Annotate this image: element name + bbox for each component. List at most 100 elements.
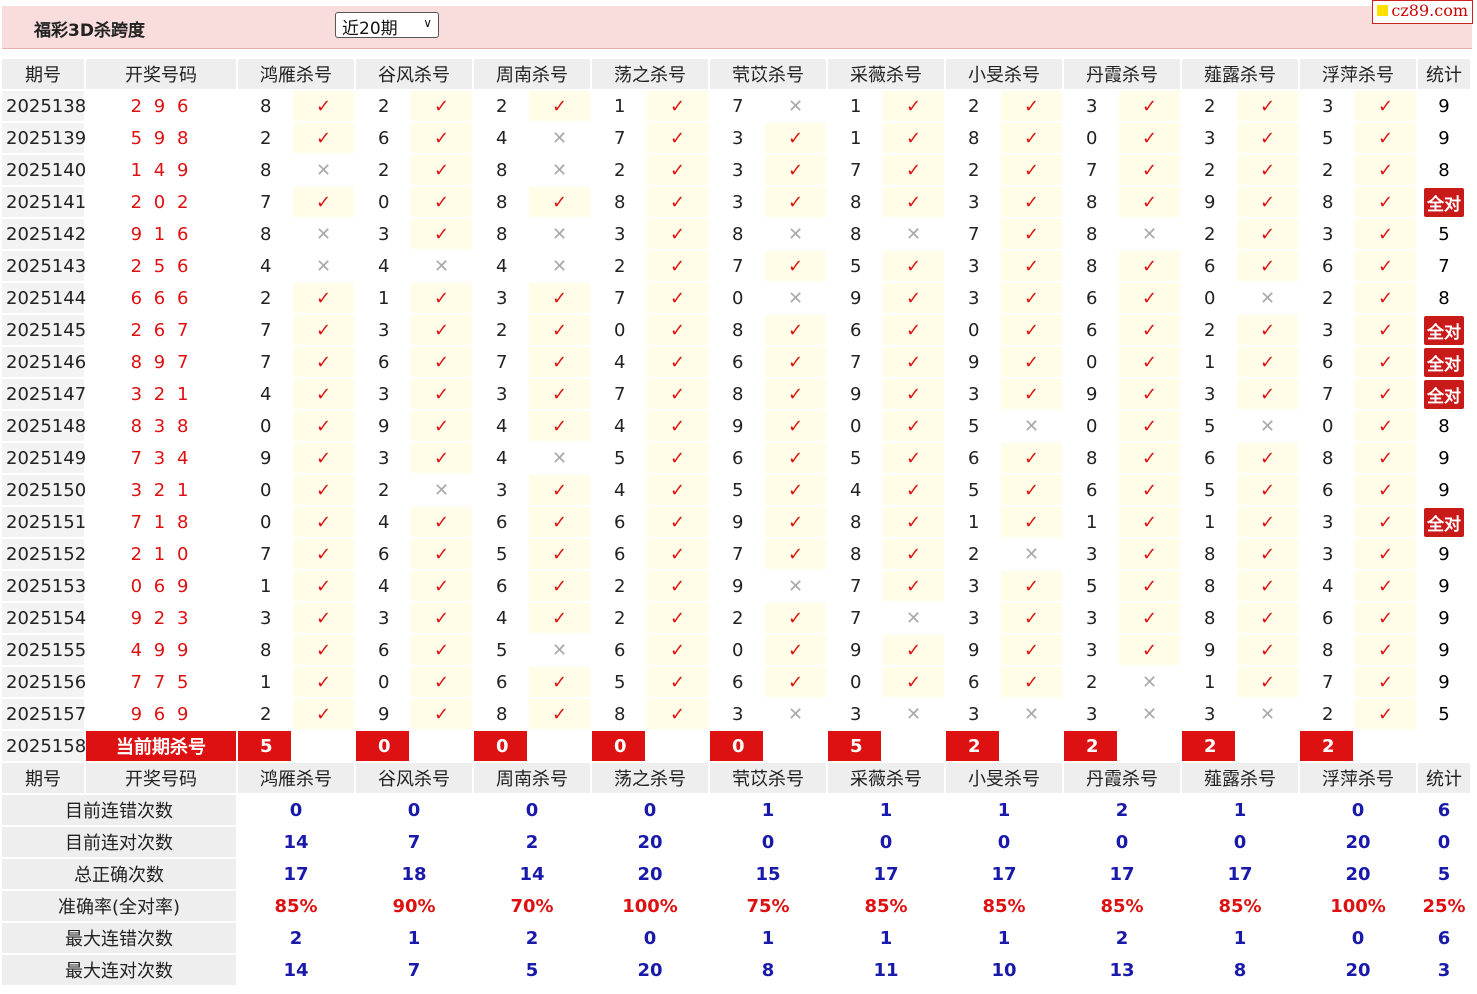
check-icon: ✓ [1355, 603, 1418, 635]
col-header-expert: 薤露杀号 [1182, 763, 1300, 795]
kill-number-cell: 9 [1182, 187, 1237, 219]
kill-number-cell: 2 [592, 251, 647, 283]
check-icon: ✓ [411, 283, 474, 315]
col-header-draw: 开奖号码 [86, 59, 238, 91]
summary-value: 100% [1300, 891, 1418, 923]
kill-number-cell: 9 [356, 699, 411, 731]
check-icon: ✓ [647, 667, 710, 699]
table-row: 2025144 6 6 6 2 ✓ 1 ✓ 3 ✓ 7 ✓ 0 ✕ 9 ✓ 3 ✓ 6 ✓ 0 ✕ 2 ✓ 8 [2, 283, 1472, 315]
summary-value: 1 [710, 923, 828, 955]
kill-number-cell: 1 [1182, 667, 1237, 699]
kill-span-table: 期号 开奖号码 鸿雁杀号 谷风杀号 周南杀号 荡之杀号 茕苡杀号 采薇杀号 小旻杀号 丹霞杀号 薤露… [2, 59, 1472, 987]
kill-number-cell: 3 [710, 155, 765, 187]
kill-number-cell: 4 [828, 475, 883, 507]
issue-cell: 2025150 [2, 475, 86, 507]
kill-number-cell: 8 [238, 635, 293, 667]
cross-icon: ✕ [1119, 219, 1182, 251]
kill-number-cell: 9 [356, 411, 411, 443]
stat-cell: 9 [1418, 635, 1472, 667]
check-icon: ✓ [529, 571, 592, 603]
col-header-expert: 鸿雁杀号 [238, 59, 356, 91]
kill-number-cell: 4 [356, 251, 411, 283]
kill-number-cell: 4 [592, 411, 647, 443]
summary-label: 准确率(全对率) [2, 891, 238, 923]
summary-value: 17 [946, 859, 1064, 891]
kill-number-cell: 7 [828, 603, 883, 635]
check-icon: ✓ [293, 123, 356, 155]
cross-icon: ✕ [765, 699, 828, 731]
issue-cell: 2025151 [2, 507, 86, 539]
issue-cell: 2025144 [2, 283, 86, 315]
kill-number-cell: 3 [710, 123, 765, 155]
col-header-stats: 统计 [1418, 59, 1472, 91]
check-icon: ✓ [1119, 283, 1182, 315]
check-icon: ✓ [1001, 443, 1064, 475]
cross-icon: ✕ [529, 123, 592, 155]
check-icon: ✓ [1119, 603, 1182, 635]
cross-icon: ✕ [529, 443, 592, 475]
kill-number-cell: 5 [1182, 475, 1237, 507]
check-icon: ✓ [1119, 347, 1182, 379]
kill-number-cell: 8 [1300, 635, 1355, 667]
kill-number-cell: 8 [474, 155, 529, 187]
kill-number-cell: 5 [828, 443, 883, 475]
kill-number-cell: 6 [356, 635, 411, 667]
kill-number-cell: 2 [946, 91, 1001, 123]
check-icon: ✓ [529, 283, 592, 315]
kill-number-cell: 8 [1182, 571, 1237, 603]
check-icon: ✓ [293, 571, 356, 603]
check-icon: ✓ [293, 667, 356, 699]
kill-number-cell: 8 [1064, 219, 1119, 251]
summary-value: 13 [1064, 955, 1182, 987]
all-correct-badge: 全对 [1424, 347, 1464, 377]
issue-cell: 2025138 [2, 91, 86, 123]
kill-number-cell: 4 [474, 443, 529, 475]
period-select[interactable]: 近20期 ∨ [335, 12, 439, 39]
col-header-expert: 采薇杀号 [828, 763, 946, 795]
empty-cell [1119, 731, 1182, 763]
summary-row: 目前连对次数 14 7 2 20 0 0 0 0 0 20 0 [2, 827, 1472, 859]
check-icon: ✓ [411, 539, 474, 571]
summary-row: 准确率(全对率) 85% 90% 70% 100% 75% 85% 85% 85% 85% 100%… [2, 891, 1472, 923]
kill-number-cell: 3 [592, 219, 647, 251]
issue-cell: 2025146 [2, 347, 86, 379]
kill-number-cell: 3 [474, 379, 529, 411]
kill-number-cell: 8 [592, 699, 647, 731]
logo-text: cz89.com [1391, 1, 1468, 20]
draw-number-cell: 9 2 3 [86, 603, 238, 635]
kill-number-cell: 8 [1182, 539, 1237, 571]
check-icon: ✓ [411, 603, 474, 635]
site-logo[interactable]: cz89.com [1372, 0, 1473, 24]
table-row: 2025157 9 6 9 2 ✓ 9 ✓ 8 ✓ 8 ✓ 3 ✕ 3 ✕ 3 ✕ 3 ✕ 3 ✕ 2 ✓ 5 [2, 699, 1472, 731]
kill-number-cell: 1 [238, 667, 293, 699]
check-icon: ✓ [765, 667, 828, 699]
summary-value: 0 [1300, 923, 1418, 955]
kill-number-cell: 1 [828, 91, 883, 123]
check-icon: ✓ [1119, 91, 1182, 123]
all-correct-badge: 全对 [1424, 187, 1464, 217]
col-header-expert: 小旻杀号 [946, 59, 1064, 91]
issue-cell: 2025149 [2, 443, 86, 475]
check-icon: ✓ [293, 379, 356, 411]
kill-number-cell: 8 [828, 187, 883, 219]
check-icon: ✓ [765, 603, 828, 635]
check-icon: ✓ [883, 507, 946, 539]
kill-number-cell: 0 [946, 315, 1001, 347]
check-icon: ✓ [1001, 283, 1064, 315]
cross-icon: ✕ [1001, 539, 1064, 571]
kill-number-cell: 9 [828, 379, 883, 411]
kill-number-cell: 1 [828, 123, 883, 155]
kill-number-cell: 4 [474, 251, 529, 283]
check-icon: ✓ [765, 379, 828, 411]
summary-value: 20 [1300, 827, 1418, 859]
kill-number-cell: 6 [828, 315, 883, 347]
kill-number-cell: 6 [592, 539, 647, 571]
draw-number-cell: 7 3 4 [86, 443, 238, 475]
col-header-expert: 浮萍杀号 [1300, 59, 1418, 91]
check-icon: ✓ [1237, 347, 1300, 379]
check-icon: ✓ [1001, 507, 1064, 539]
check-icon: ✓ [647, 123, 710, 155]
kill-number-cell: 1 [1064, 507, 1119, 539]
kill-number-cell: 2 [1300, 699, 1355, 731]
summary-value: 7 [356, 827, 474, 859]
